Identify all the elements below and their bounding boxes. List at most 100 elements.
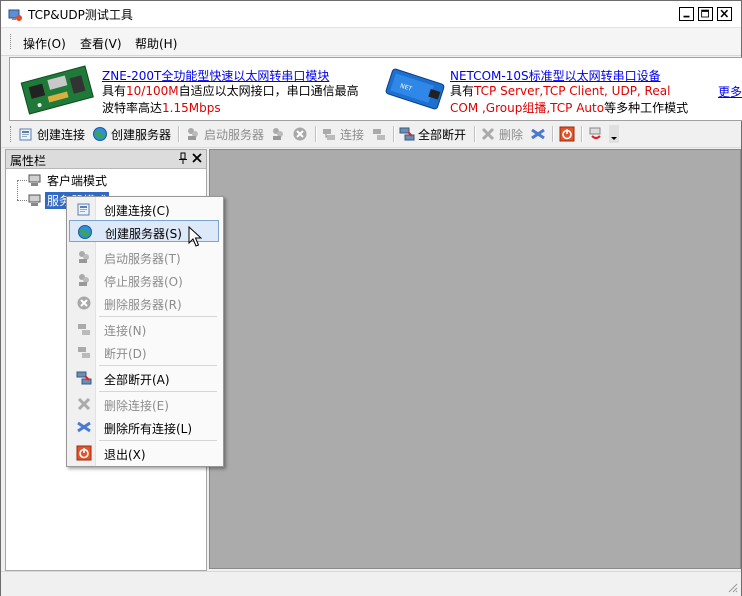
- menu-operate[interactable]: 操作(O): [23, 35, 66, 52]
- menu-item-label: 删除连接(E): [104, 399, 169, 413]
- menu-item-stop-server[interactable]: 停止服务器(O): [69, 269, 219, 291]
- mdi-workspace[interactable]: [209, 149, 741, 569]
- ad1-desc-line1: 具有10/100M自适应以太网接口，串口通信最高: [102, 83, 359, 100]
- app-icon: [8, 9, 22, 21]
- menu-item-start-server[interactable]: 启动服务器(T): [69, 246, 219, 268]
- ad1-highlight: 10/100M: [126, 84, 179, 98]
- menu-item-exit[interactable]: 退出(X): [69, 442, 219, 464]
- menu-item-label: 删除服务器(R): [104, 298, 182, 312]
- maximize-icon: [701, 9, 709, 18]
- delete-server-button[interactable]: [292, 124, 311, 144]
- title-bar[interactable]: TCP&UDP测试工具: [1, 1, 741, 28]
- ad1-desc-line2: 波特率高达1.15Mbps: [102, 100, 221, 117]
- menu-item-connect[interactable]: 连接(N): [69, 318, 219, 340]
- menu-separator: [99, 316, 217, 317]
- menu-item-delete-all-connections[interactable]: 删除所有连接(L): [69, 416, 219, 438]
- tree-connector: [17, 200, 27, 201]
- menu-item-label: 全部断开(A): [104, 373, 170, 387]
- stop-server-button[interactable]: [270, 124, 289, 144]
- menu-item-delete-server[interactable]: 删除服务器(R): [69, 292, 219, 314]
- toolbar: 创建连接 创建服务器 启动服务器 连接 全部断开 删除: [1, 121, 741, 148]
- ad2-link[interactable]: NETCOM-10S标准型以太网转串口设备: [450, 67, 661, 84]
- start-server-icon: [79, 251, 89, 263]
- delete-connection-icon: [77, 397, 91, 411]
- exit-icon: [559, 126, 575, 142]
- status-bar: [1, 571, 741, 596]
- panel-header[interactable]: 属性栏: [6, 150, 206, 169]
- stop-server-icon: [79, 274, 89, 286]
- close-icon[interactable]: [192, 151, 202, 165]
- toolbar-grip[interactable]: [10, 126, 14, 142]
- toolbar-separator: [581, 126, 583, 142]
- menu-item-disconnect-all[interactable]: 全部断开(A): [69, 367, 219, 389]
- ad2-desc-line1: 具有TCP Server,TCP Client, UDP, Real: [450, 83, 670, 100]
- minimize-icon: [683, 15, 690, 18]
- menu-separator: [99, 440, 217, 441]
- panel-title: 属性栏: [10, 154, 47, 168]
- start-server-button[interactable]: 启动服务器: [185, 124, 264, 144]
- pin-icon[interactable]: [178, 151, 188, 165]
- disconnect-icon: [373, 129, 385, 140]
- ad1-link[interactable]: ZNE-200T全功能型快速以太网转串口模块: [102, 67, 329, 84]
- ad1-text: 波特率高达: [102, 101, 163, 115]
- globe-server-icon: [93, 127, 107, 141]
- toolbar-separator: [474, 126, 476, 142]
- delete-all-connections-button[interactable]: [530, 124, 549, 144]
- ad1-highlight: 1.15Mbps: [162, 101, 221, 115]
- stop-server-icon: [273, 128, 283, 140]
- menu-view[interactable]: 查看(V): [80, 35, 122, 52]
- minimize-button[interactable]: [679, 7, 694, 21]
- create-connection-label: 创建连接: [37, 127, 86, 142]
- menu-item-disconnect[interactable]: 断开(D): [69, 341, 219, 363]
- menu-help[interactable]: 帮助(H): [135, 35, 177, 52]
- new-connection-icon: [19, 128, 32, 141]
- disconnect-all-icon: [399, 127, 415, 141]
- close-button[interactable]: [717, 7, 732, 21]
- exit-icon: [76, 445, 92, 461]
- window-title: TCP&UDP测试工具: [28, 8, 133, 22]
- serial-device-image: NET: [385, 68, 445, 110]
- tree-item-label: 客户端模式: [47, 173, 108, 188]
- toolbar-separator: [178, 126, 180, 142]
- new-connection-icon: [77, 203, 90, 216]
- more-link[interactable]: 更多: [718, 83, 742, 100]
- menu-item-label: 断开(D): [104, 347, 147, 361]
- ad2-highlight: TCP Server,TCP Client, UDP, Real: [474, 84, 671, 98]
- toolbar-separator: [552, 126, 554, 142]
- computer-icon: [28, 174, 41, 186]
- maximize-button[interactable]: [698, 7, 713, 21]
- circuit-board-image: [20, 65, 94, 115]
- start-server-label: 启动服务器: [204, 127, 265, 142]
- disconnect-button[interactable]: [371, 124, 390, 144]
- menu-item-delete-connection[interactable]: 删除连接(E): [69, 393, 219, 415]
- create-server-button[interactable]: 创建服务器: [92, 124, 171, 144]
- ad2-desc-line2: COM ,Group组播,TCP Auto等多种工作模式: [450, 100, 688, 117]
- menu-item-label: 创建服务器(S): [105, 227, 182, 241]
- resize-grip-icon[interactable]: [726, 581, 738, 593]
- tree-connector: [17, 180, 27, 181]
- disconnect-all-label: 全部断开: [418, 127, 467, 142]
- connect-button[interactable]: 连接: [321, 124, 364, 144]
- delete-connection-button[interactable]: 删除: [480, 124, 523, 144]
- close-icon: [720, 9, 729, 18]
- connect-label: 连接: [340, 127, 365, 142]
- tree-item-client-mode[interactable]: 客户端模式: [28, 172, 109, 188]
- delete-connection-icon: [481, 127, 495, 141]
- exit-button[interactable]: [559, 124, 578, 144]
- toolbar-separator: [393, 126, 395, 142]
- menu-bar: 操作(O) 查看(V) 帮助(H): [1, 28, 741, 56]
- ad-banner: ZNE-200T全功能型快速以太网转串口模块 具有10/100M自适应以太网接口…: [9, 57, 742, 121]
- delete-server-icon: [77, 296, 91, 310]
- disconnect-all-button[interactable]: 全部断开: [399, 124, 466, 144]
- menu-grip[interactable]: [10, 34, 14, 49]
- menu-item-label: 删除所有连接(L): [104, 422, 193, 436]
- mouse-pointer-icon: [188, 226, 202, 247]
- globe-server-icon: [78, 225, 92, 239]
- delete-all-connections-icon: [531, 128, 545, 140]
- menu-item-label: 退出(X): [104, 448, 146, 462]
- about-button[interactable]: [588, 124, 607, 144]
- create-connection-button[interactable]: 创建连接: [18, 124, 85, 144]
- menu-item-create-connection[interactable]: 创建连接(C): [69, 198, 219, 220]
- toolbar-overflow-button[interactable]: [609, 124, 621, 144]
- tree-connector: [17, 180, 18, 200]
